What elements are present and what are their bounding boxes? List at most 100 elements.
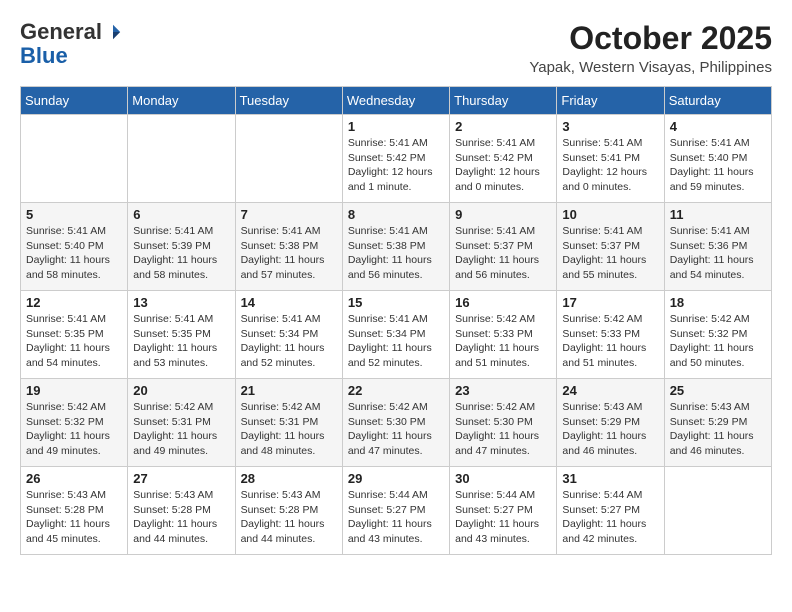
- day-number: 26: [26, 471, 122, 486]
- day-number: 17: [562, 295, 658, 310]
- day-number: 8: [348, 207, 444, 222]
- day-number: 5: [26, 207, 122, 222]
- location: Yapak, Western Visayas, Philippines: [529, 59, 772, 76]
- day-number: 9: [455, 207, 551, 222]
- calendar-cell: 31 Sunrise: 5:44 AMSunset: 5:27 PMDayligh…: [557, 467, 664, 555]
- calendar-cell: 19 Sunrise: 5:42 AMSunset: 5:32 PMDayligh…: [21, 379, 128, 467]
- weekday-tuesday: Tuesday: [235, 87, 342, 115]
- calendar-cell: 30 Sunrise: 5:44 AMSunset: 5:27 PMDayligh…: [450, 467, 557, 555]
- day-info: Sunrise: 5:41 AMSunset: 5:40 PMDaylight:…: [670, 136, 766, 195]
- calendar-cell: 29Sunrise: 5:44 AMSunset: 5:27 PMDayligh…: [342, 467, 449, 555]
- day-number: 27: [133, 471, 229, 486]
- day-number: 28: [241, 471, 337, 486]
- calendar-cell: 9 Sunrise: 5:41 AMSunset: 5:37 PMDaylight…: [450, 203, 557, 291]
- day-number: 16: [455, 295, 551, 310]
- calendar-cell: 10 Sunrise: 5:41 AMSunset: 5:37 PMDayligh…: [557, 203, 664, 291]
- logo-general: General: [20, 20, 102, 44]
- day-info: Sunrise: 5:42 AMSunset: 5:31 PMDaylight:…: [241, 400, 337, 459]
- calendar-cell: 15 Sunrise: 5:41 AMSunset: 5:34 PMDayligh…: [342, 291, 449, 379]
- day-info: Sunrise: 5:42 AMSunset: 5:32 PMDaylight:…: [26, 400, 122, 459]
- calendar-cell: 7Sunrise: 5:41 AMSunset: 5:38 PMDaylight…: [235, 203, 342, 291]
- day-info: Sunrise: 5:41 AMSunset: 5:34 PMDaylight:…: [348, 312, 444, 371]
- day-number: 31: [562, 471, 658, 486]
- day-number: 20: [133, 383, 229, 398]
- calendar-cell: [128, 115, 235, 203]
- calendar-cell: 2Sunrise: 5:41 AMSunset: 5:42 PMDaylight…: [450, 115, 557, 203]
- day-info: Sunrise: 5:41 AMSunset: 5:37 PMDaylight:…: [562, 224, 658, 283]
- day-info: Sunrise: 5:41 AMSunset: 5:42 PMDaylight:…: [455, 136, 551, 195]
- weekday-thursday: Thursday: [450, 87, 557, 115]
- calendar-week-5: 26 Sunrise: 5:43 AMSunset: 5:28 PMDayligh…: [21, 467, 772, 555]
- calendar-week-2: 5 Sunrise: 5:41 AMSunset: 5:40 PMDaylight…: [21, 203, 772, 291]
- day-info: Sunrise: 5:41 AMSunset: 5:41 PMDaylight:…: [562, 136, 658, 195]
- calendar-cell: 11Sunrise: 5:41 AMSunset: 5:36 PMDayligh…: [664, 203, 771, 291]
- day-info: Sunrise: 5:42 AMSunset: 5:33 PMDaylight:…: [562, 312, 658, 371]
- day-info: Sunrise: 5:41 AMSunset: 5:38 PMDaylight:…: [348, 224, 444, 283]
- day-number: 23: [455, 383, 551, 398]
- day-info: Sunrise: 5:41 AMSunset: 5:37 PMDaylight:…: [455, 224, 551, 283]
- calendar-cell: 18 Sunrise: 5:42 AMSunset: 5:32 PMDayligh…: [664, 291, 771, 379]
- weekday-wednesday: Wednesday: [342, 87, 449, 115]
- calendar-cell: 3Sunrise: 5:41 AMSunset: 5:41 PMDaylight…: [557, 115, 664, 203]
- calendar-week-1: 1 Sunrise: 5:41 AMSunset: 5:42 PMDaylight…: [21, 115, 772, 203]
- day-number: 30: [455, 471, 551, 486]
- logo: General Blue: [20, 20, 122, 68]
- logo-text: General Blue: [20, 20, 122, 68]
- calendar-cell: 17 Sunrise: 5:42 AMSunset: 5:33 PMDayligh…: [557, 291, 664, 379]
- day-info: Sunrise: 5:42 AMSunset: 5:30 PMDaylight:…: [455, 400, 551, 459]
- calendar-week-3: 12 Sunrise: 5:41 AMSunset: 5:35 PMDayligh…: [21, 291, 772, 379]
- day-number: 4: [670, 119, 766, 134]
- calendar-cell: 23 Sunrise: 5:42 AMSunset: 5:30 PMDayligh…: [450, 379, 557, 467]
- calendar-cell: 8 Sunrise: 5:41 AMSunset: 5:38 PMDaylight…: [342, 203, 449, 291]
- weekday-sunday: Sunday: [21, 87, 128, 115]
- calendar-cell: 22 Sunrise: 5:42 AMSunset: 5:30 PMDayligh…: [342, 379, 449, 467]
- day-number: 22: [348, 383, 444, 398]
- day-info: Sunrise: 5:43 AMSunset: 5:28 PMDaylight:…: [133, 488, 229, 547]
- calendar-cell: 6 Sunrise: 5:41 AMSunset: 5:39 PMDaylight…: [128, 203, 235, 291]
- day-info: Sunrise: 5:42 AMSunset: 5:31 PMDaylight:…: [133, 400, 229, 459]
- calendar-week-4: 19 Sunrise: 5:42 AMSunset: 5:32 PMDayligh…: [21, 379, 772, 467]
- logo-icon: [104, 23, 122, 41]
- day-number: 6: [133, 207, 229, 222]
- day-info: Sunrise: 5:44 AMSunset: 5:27 PMDaylight:…: [455, 488, 551, 547]
- calendar-cell: [235, 115, 342, 203]
- day-number: 11: [670, 207, 766, 222]
- day-number: 10: [562, 207, 658, 222]
- calendar-cell: 5 Sunrise: 5:41 AMSunset: 5:40 PMDaylight…: [21, 203, 128, 291]
- calendar-cell: 20 Sunrise: 5:42 AMSunset: 5:31 PMDayligh…: [128, 379, 235, 467]
- weekday-saturday: Saturday: [664, 87, 771, 115]
- day-number: 21: [241, 383, 337, 398]
- day-number: 29: [348, 471, 444, 486]
- calendar-cell: 16 Sunrise: 5:42 AMSunset: 5:33 PMDayligh…: [450, 291, 557, 379]
- calendar-cell: 25Sunrise: 5:43 AMSunset: 5:29 PMDayligh…: [664, 379, 771, 467]
- day-number: 24: [562, 383, 658, 398]
- calendar-cell: 4 Sunrise: 5:41 AMSunset: 5:40 PMDaylight…: [664, 115, 771, 203]
- day-number: 12: [26, 295, 122, 310]
- day-number: 25: [670, 383, 766, 398]
- day-info: Sunrise: 5:42 AMSunset: 5:32 PMDaylight:…: [670, 312, 766, 371]
- day-info: Sunrise: 5:41 AMSunset: 5:42 PMDaylight:…: [348, 136, 444, 195]
- calendar-cell: 28 Sunrise: 5:43 AMSunset: 5:28 PMDayligh…: [235, 467, 342, 555]
- month-title: October 2025: [529, 20, 772, 57]
- day-info: Sunrise: 5:41 AMSunset: 5:39 PMDaylight:…: [133, 224, 229, 283]
- weekday-header-row: SundayMondayTuesdayWednesdayThursdayFrid…: [21, 87, 772, 115]
- day-number: 19: [26, 383, 122, 398]
- calendar-cell: [21, 115, 128, 203]
- day-number: 18: [670, 295, 766, 310]
- weekday-monday: Monday: [128, 87, 235, 115]
- day-info: Sunrise: 5:42 AMSunset: 5:30 PMDaylight:…: [348, 400, 444, 459]
- calendar-cell: 21 Sunrise: 5:42 AMSunset: 5:31 PMDayligh…: [235, 379, 342, 467]
- day-info: Sunrise: 5:42 AMSunset: 5:33 PMDaylight:…: [455, 312, 551, 371]
- day-number: 7: [241, 207, 337, 222]
- calendar-cell: 27 Sunrise: 5:43 AMSunset: 5:28 PMDayligh…: [128, 467, 235, 555]
- day-number: 15: [348, 295, 444, 310]
- day-info: Sunrise: 5:41 AMSunset: 5:40 PMDaylight:…: [26, 224, 122, 283]
- calendar-cell: 26Sunrise: 5:43 AMSunset: 5:28 PMDayligh…: [21, 467, 128, 555]
- day-info: Sunrise: 5:43 AMSunset: 5:28 PMDaylight:…: [241, 488, 337, 547]
- calendar-cell: 24 Sunrise: 5:43 AMSunset: 5:29 PMDayligh…: [557, 379, 664, 467]
- weekday-friday: Friday: [557, 87, 664, 115]
- day-info: Sunrise: 5:44 AMSunset: 5:27 PMDaylight:…: [562, 488, 658, 547]
- day-info: Sunrise: 5:41 AMSunset: 5:35 PMDaylight:…: [26, 312, 122, 371]
- day-number: 1: [348, 119, 444, 134]
- day-info: Sunrise: 5:43 AMSunset: 5:29 PMDaylight:…: [562, 400, 658, 459]
